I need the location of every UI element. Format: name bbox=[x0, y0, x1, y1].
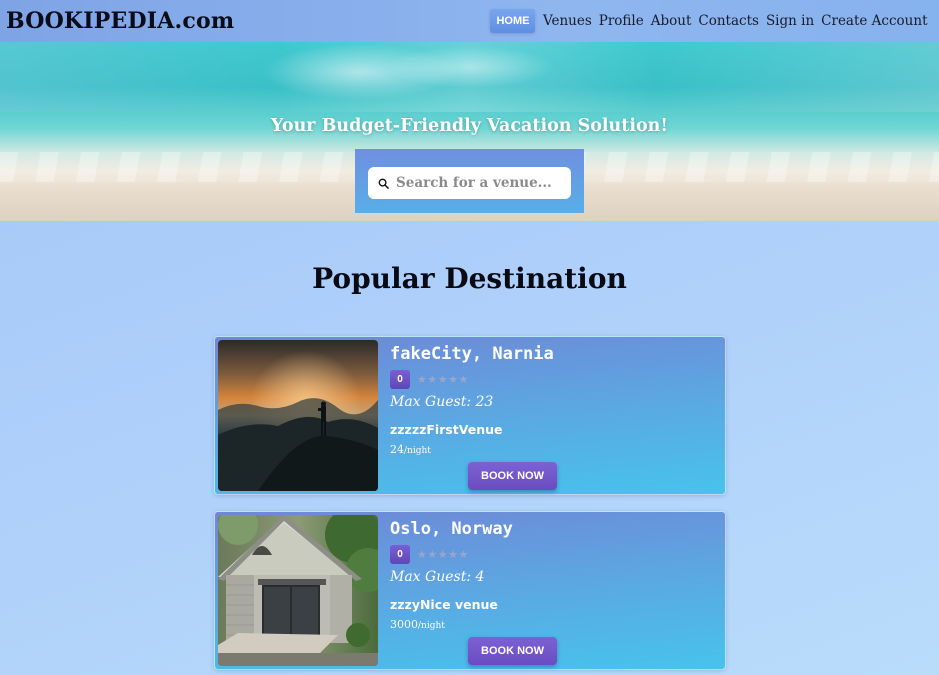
price-value: 3000 bbox=[390, 618, 418, 631]
search-input[interactable] bbox=[396, 175, 566, 191]
star-rating-icon: ★★★★★ bbox=[417, 373, 469, 386]
rating-row: 0 ★★★★★ bbox=[390, 545, 469, 564]
rating-row: 0 ★★★★★ bbox=[390, 370, 469, 389]
price-unit: /night bbox=[418, 621, 445, 631]
hero-banner: Your Budget-Friendly Vacation Solution! bbox=[0, 42, 939, 221]
venue-card[interactable]: fakeCity, Narnia 0 ★★★★★ Max Guest: 23 z… bbox=[214, 336, 726, 495]
star-rating-icon: ★★★★★ bbox=[417, 548, 469, 561]
section-title: Popular Destination bbox=[312, 262, 627, 295]
venue-location: fakeCity, Narnia bbox=[390, 344, 554, 364]
venue-name: zzzzzFirstVenue bbox=[390, 422, 503, 437]
nav-links: HOME Venues Profile About Contacts Sign … bbox=[490, 9, 931, 33]
nav-create-account[interactable]: Create Account bbox=[818, 13, 931, 29]
venue-name: zzzyNice venue bbox=[390, 597, 498, 612]
max-guest: Max Guest: 23 bbox=[390, 394, 494, 410]
rating-badge: 0 bbox=[390, 370, 410, 389]
search-box bbox=[355, 149, 584, 213]
rating-badge: 0 bbox=[390, 545, 410, 564]
nav-profile[interactable]: Profile bbox=[595, 13, 647, 29]
venue-image[interactable] bbox=[218, 515, 378, 666]
price-value: 24 bbox=[390, 443, 404, 456]
search-field-wrap[interactable] bbox=[368, 167, 571, 199]
venue-image[interactable] bbox=[218, 340, 378, 491]
hero-tagline: Your Budget-Friendly Vacation Solution! bbox=[270, 116, 669, 136]
book-now-button[interactable]: BOOK NOW bbox=[468, 462, 557, 490]
nav-home[interactable]: HOME bbox=[490, 9, 536, 33]
max-guest: Max Guest: 4 bbox=[390, 569, 485, 585]
navbar: BOOKIPEDIA.com HOME Venues Profile About… bbox=[0, 0, 939, 42]
nav-venues[interactable]: Venues bbox=[539, 13, 595, 29]
nav-contacts[interactable]: Contacts bbox=[695, 13, 763, 29]
nav-sign-in[interactable]: Sign in bbox=[762, 13, 817, 29]
brand-logo[interactable]: BOOKIPEDIA.com bbox=[6, 8, 234, 34]
venue-price: 24/night bbox=[390, 443, 431, 456]
venue-location: Oslo, Norway bbox=[390, 519, 513, 539]
venue-price: 3000/night bbox=[390, 618, 445, 631]
book-now-button[interactable]: BOOK NOW bbox=[468, 637, 557, 665]
price-unit: /night bbox=[404, 446, 431, 456]
search-icon bbox=[376, 176, 390, 190]
nav-about[interactable]: About bbox=[647, 13, 695, 29]
venue-card[interactable]: Oslo, Norway 0 ★★★★★ Max Guest: 4 zzzyNi… bbox=[214, 511, 726, 670]
